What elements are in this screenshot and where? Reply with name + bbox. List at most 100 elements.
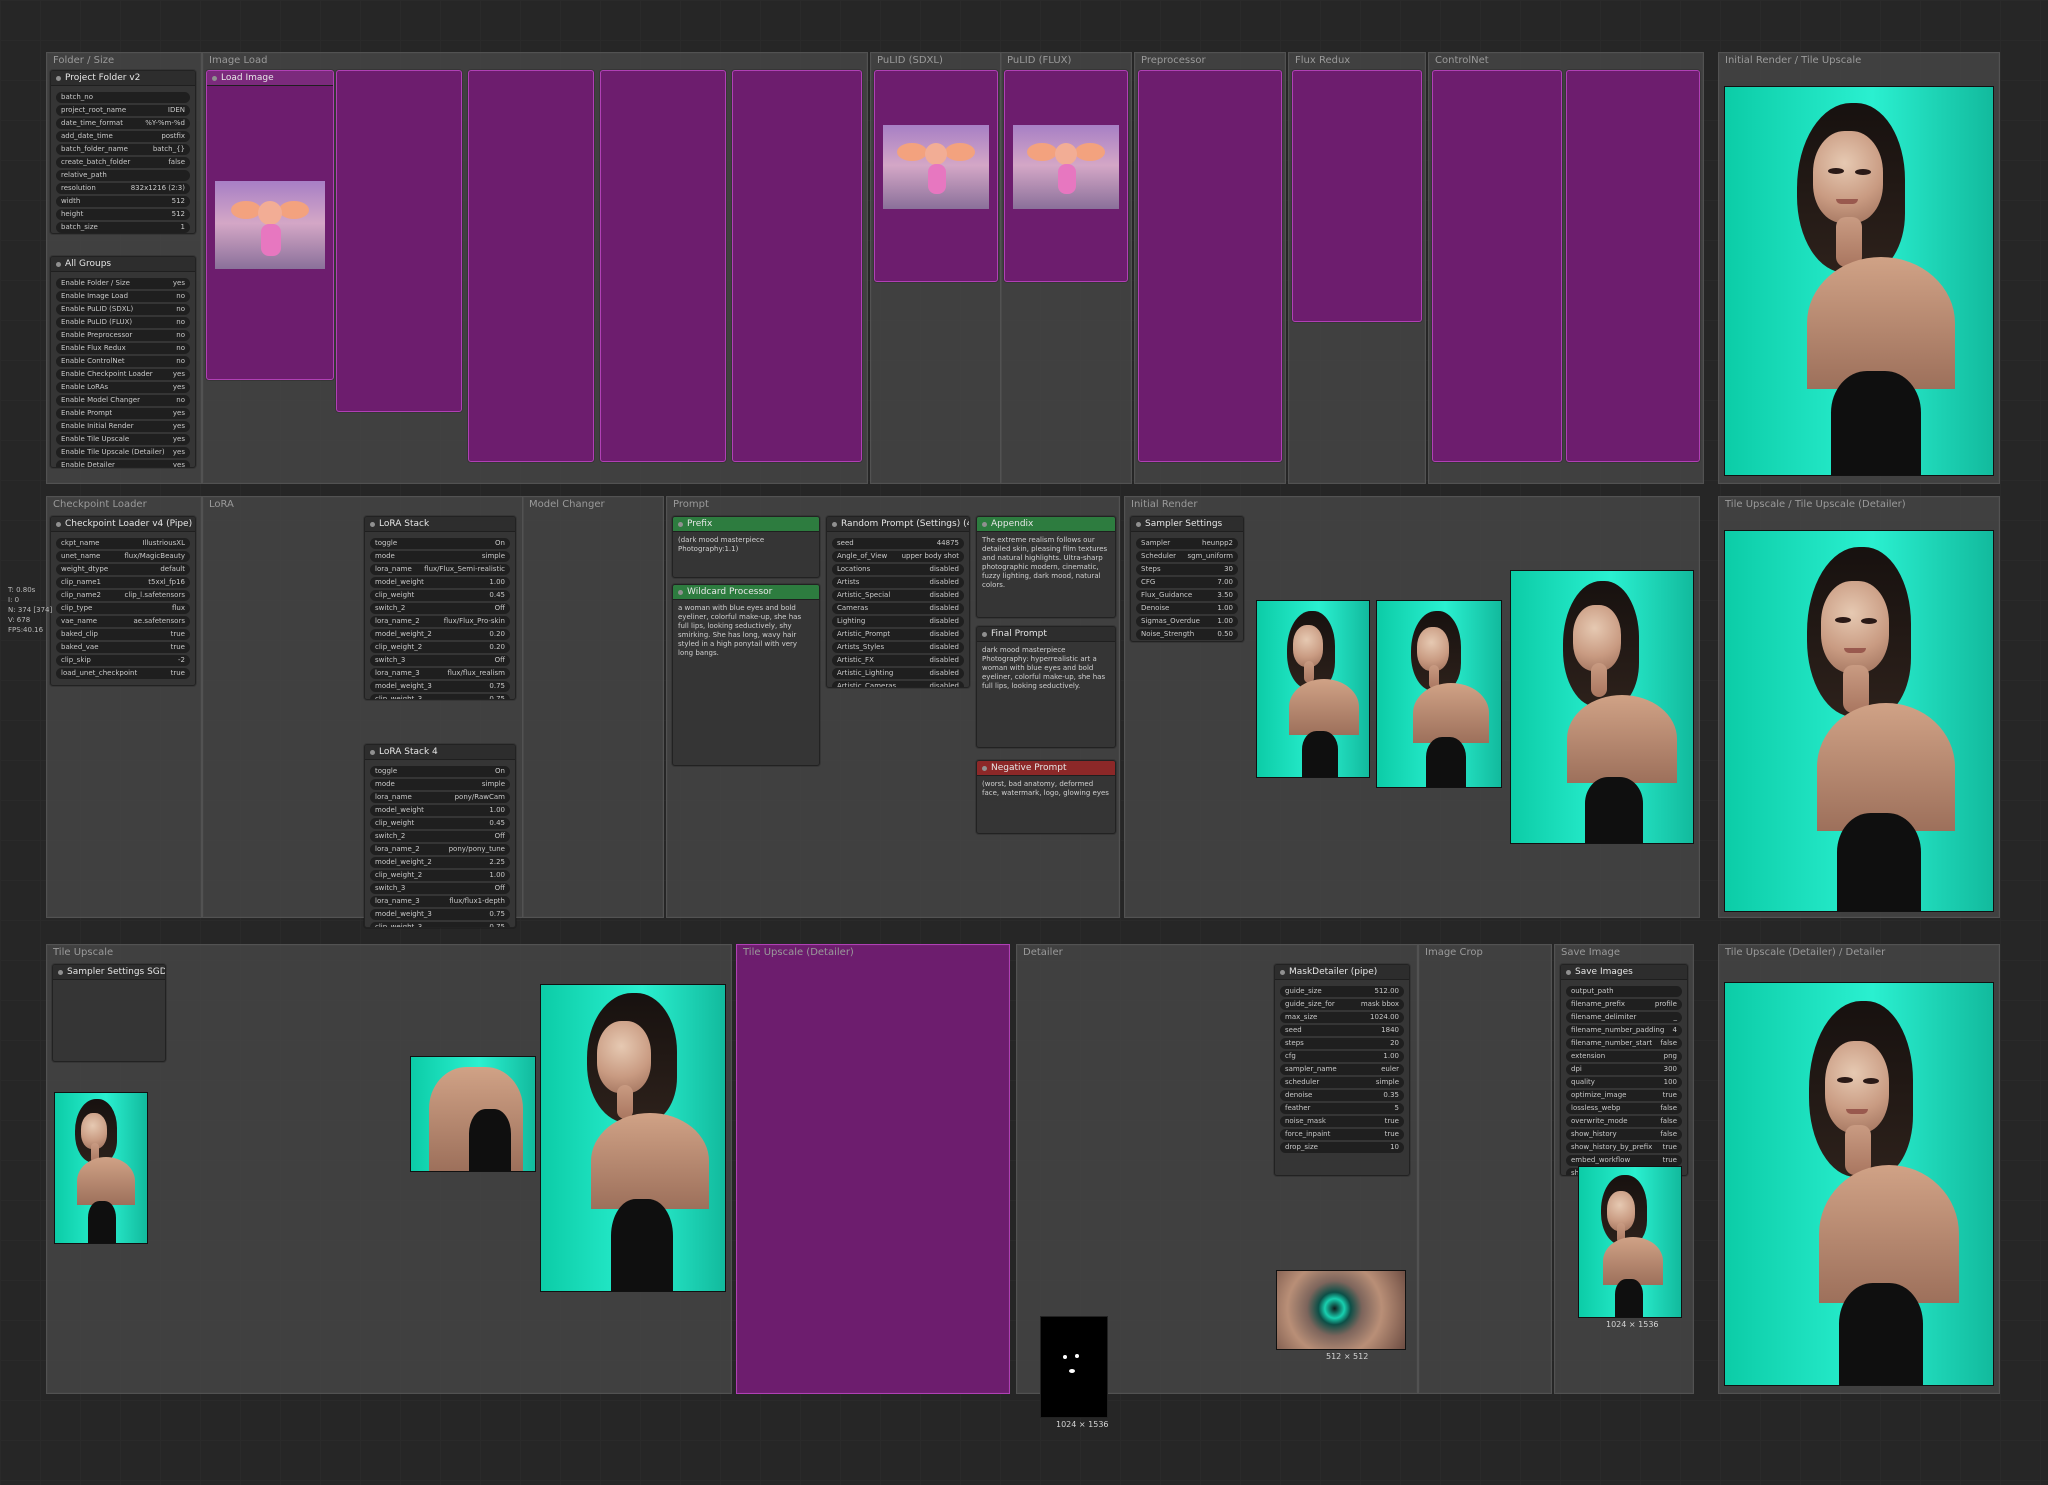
lora-stack-1-row[interactable]: clip_weight 0.45 bbox=[370, 590, 510, 601]
all-groups-row[interactable]: Enable Image Load no bbox=[56, 291, 190, 302]
random-prompt-row[interactable]: Artists disabled bbox=[832, 577, 964, 588]
controlnet-node-2[interactable] bbox=[1566, 70, 1700, 462]
all-groups-row[interactable]: Enable Tile Upscale (Detailer) yes bbox=[56, 447, 190, 458]
all-groups-row[interactable]: Enable Prompt yes bbox=[56, 408, 190, 419]
lora-stack-2-row[interactable]: clip_weight 0.45 bbox=[370, 818, 510, 829]
save-image-row[interactable]: filename_number_padding 4 bbox=[1566, 1025, 1682, 1036]
lora-stack-node-1[interactable]: LoRA Stack toggle On mode simple lora_name fl… bbox=[364, 516, 516, 700]
checkpoint-loader-row[interactable]: baked_vae true bbox=[56, 642, 190, 653]
sampler-settings-row[interactable]: Scheduler sgm_uniform bbox=[1136, 551, 1238, 562]
lora-stack-2-row[interactable]: lora_name pony/RawCam bbox=[370, 792, 510, 803]
lora-stack-1-row[interactable]: model_weight_2 0.20 bbox=[370, 629, 510, 640]
image-load-node-5[interactable] bbox=[732, 70, 862, 462]
project-folder-node[interactable]: Project Folder v2 batch_no project_root_n… bbox=[50, 70, 196, 234]
detailer-row[interactable]: guide_size_for mask bbox bbox=[1280, 999, 1404, 1010]
all-groups-row[interactable]: Enable PuLID (SDXL) no bbox=[56, 304, 190, 315]
save-image-row[interactable]: quality 100 bbox=[1566, 1077, 1682, 1088]
random-prompt-row[interactable]: Artistic_Special disabled bbox=[832, 590, 964, 601]
save-image-row[interactable]: optimize_image true bbox=[1566, 1090, 1682, 1101]
save-image-row[interactable]: dpi 300 bbox=[1566, 1064, 1682, 1075]
preprocessor-node[interactable] bbox=[1138, 70, 1282, 462]
lora-stack-2-row[interactable]: model_weight_2 2.25 bbox=[370, 857, 510, 868]
project-folder-row[interactable]: add_date_time postfix bbox=[56, 131, 190, 142]
project-folder-row[interactable]: batch_size 1 bbox=[56, 222, 190, 233]
checkpoint-loader-row[interactable]: load_unet_checkpoint true bbox=[56, 668, 190, 679]
controlnet-node-1[interactable] bbox=[1432, 70, 1562, 462]
checkpoint-loader-row[interactable]: vae_name ae.safetensors bbox=[56, 616, 190, 627]
detailer-row[interactable]: guide_size 512.00 bbox=[1280, 986, 1404, 997]
lora-stack-1-row[interactable]: lora_name_3 flux/flux_realism bbox=[370, 668, 510, 679]
sampler-settings-row[interactable]: Denoise 1.00 bbox=[1136, 603, 1238, 614]
image-load-node-2[interactable] bbox=[336, 70, 462, 412]
lora-stack-1-row[interactable]: toggle On bbox=[370, 538, 510, 549]
detailer-row[interactable]: seed 1840 bbox=[1280, 1025, 1404, 1036]
project-folder-row[interactable]: date_time_format %Y-%m-%d bbox=[56, 118, 190, 129]
sampler-settings-row[interactable]: Sampler heunpp2 bbox=[1136, 538, 1238, 549]
negative-prompt-node[interactable]: Negative Prompt (worst, bad anatomy, def… bbox=[976, 760, 1116, 834]
sampler-settings-row[interactable]: Steps 30 bbox=[1136, 564, 1238, 575]
detailer-row[interactable]: force_inpaint true bbox=[1280, 1129, 1404, 1140]
random-prompt-row[interactable]: Artistic_FX disabled bbox=[832, 655, 964, 666]
sampler-settings-row[interactable]: Flux_Guidance 3.50 bbox=[1136, 590, 1238, 601]
lora-stack-2-row[interactable]: mode simple bbox=[370, 779, 510, 790]
all-groups-row[interactable]: Enable Folder / Size yes bbox=[56, 278, 190, 289]
all-groups-row[interactable]: Enable Detailer yes bbox=[56, 460, 190, 467]
detailer-row[interactable]: steps 20 bbox=[1280, 1038, 1404, 1049]
random-prompt-node[interactable]: Random Prompt (Settings) (4) seed 44875 An… bbox=[826, 516, 970, 688]
lora-stack-2-row[interactable]: clip_weight_3 0.75 bbox=[370, 922, 510, 927]
lora-stack-1-row[interactable]: switch_2 Off bbox=[370, 603, 510, 614]
image-load-node-3[interactable] bbox=[468, 70, 594, 462]
detailer-row[interactable]: max_size 1024.00 bbox=[1280, 1012, 1404, 1023]
wildcard-processor-node[interactable]: Wildcard Processor a woman with blue eye… bbox=[672, 584, 820, 766]
lora-stack-1-row[interactable]: lora_name_2 flux/Flux_Pro-skin bbox=[370, 616, 510, 627]
checkpoint-loader-row[interactable]: clip_skip -2 bbox=[56, 655, 190, 666]
save-image-row[interactable]: output_path bbox=[1566, 986, 1682, 997]
pulid-sdxl-node[interactable] bbox=[874, 70, 998, 282]
detailer-row[interactable]: cfg 1.00 bbox=[1280, 1051, 1404, 1062]
checkpoint-loader-row[interactable]: baked_clip true bbox=[56, 629, 190, 640]
detailer-node[interactable]: MaskDetailer (pipe) guide_size 512.00 guid… bbox=[1274, 964, 1410, 1176]
save-image-row[interactable]: show_history_by_prefix true bbox=[1566, 1142, 1682, 1153]
all-groups-row[interactable]: Enable Tile Upscale yes bbox=[56, 434, 190, 445]
random-prompt-row[interactable]: Cameras disabled bbox=[832, 603, 964, 614]
random-prompt-row[interactable]: Artists_Styles disabled bbox=[832, 642, 964, 653]
random-prompt-row[interactable]: Artistic_Prompt disabled bbox=[832, 629, 964, 640]
lora-stack-node-2[interactable]: LoRA Stack 4 toggle On mode simple lora_name… bbox=[364, 744, 516, 928]
save-image-row[interactable]: extension png bbox=[1566, 1051, 1682, 1062]
flux-redux-node[interactable] bbox=[1292, 70, 1422, 322]
detailer-row[interactable]: sampler_name euler bbox=[1280, 1064, 1404, 1075]
checkpoint-loader-row[interactable]: clip_type flux bbox=[56, 603, 190, 614]
all-groups-row[interactable]: Enable ControlNet no bbox=[56, 356, 190, 367]
lora-stack-2-row[interactable]: switch_3 Off bbox=[370, 883, 510, 894]
random-prompt-row[interactable]: seed 44875 bbox=[832, 538, 964, 549]
project-folder-row[interactable]: batch_no bbox=[56, 92, 190, 103]
detailer-row[interactable]: denoise 0.35 bbox=[1280, 1090, 1404, 1101]
lora-stack-1-row[interactable]: clip_weight_3 0.75 bbox=[370, 694, 510, 699]
lora-stack-1-row[interactable]: mode simple bbox=[370, 551, 510, 562]
checkpoint-loader-row[interactable]: clip_name2 clip_l.safetensors bbox=[56, 590, 190, 601]
project-folder-row[interactable]: resolution 832x1216 (2:3) bbox=[56, 183, 190, 194]
all-groups-row[interactable]: Enable Checkpoint Loader yes bbox=[56, 369, 190, 380]
lora-stack-2-row[interactable]: switch_2 Off bbox=[370, 831, 510, 842]
lora-stack-2-row[interactable]: model_weight 1.00 bbox=[370, 805, 510, 816]
lora-stack-1-row[interactable]: clip_weight_2 0.20 bbox=[370, 642, 510, 653]
sampler-settings-row[interactable]: Noise_Strength 0.50 bbox=[1136, 629, 1238, 640]
project-folder-row[interactable]: create_batch_folder false bbox=[56, 157, 190, 168]
checkpoint-loader-row[interactable]: unet_name flux/MagicBeauty bbox=[56, 551, 190, 562]
sampler-settings-bottom-node[interactable]: Sampler Settings SGD (Flux) bbox=[52, 964, 166, 1062]
lora-stack-1-row[interactable]: model_weight_3 0.75 bbox=[370, 681, 510, 692]
checkpoint-loader-row[interactable]: ckpt_name IllustriousXL bbox=[56, 538, 190, 549]
random-prompt-row[interactable]: Artistic_Cameras disabled bbox=[832, 681, 964, 687]
lora-stack-1-row[interactable]: lora_name flux/Flux_Semi-realistic bbox=[370, 564, 510, 575]
save-image-row[interactable]: overwrite_mode false bbox=[1566, 1116, 1682, 1127]
all-groups-row[interactable]: Enable Initial Render yes bbox=[56, 421, 190, 432]
project-folder-row[interactable]: relative_path bbox=[56, 170, 190, 181]
detailer-row[interactable]: drop_size 10 bbox=[1280, 1142, 1404, 1153]
appendix-node[interactable]: Appendix The extreme realism follows our… bbox=[976, 516, 1116, 618]
lora-stack-1-row[interactable]: switch_3 Off bbox=[370, 655, 510, 666]
pulid-flux-node[interactable] bbox=[1004, 70, 1128, 282]
checkpoint-loader-row[interactable]: weight_dtype default bbox=[56, 564, 190, 575]
prefix-node[interactable]: Prefix (dark mood masterpiece Photograph… bbox=[672, 516, 820, 578]
save-image-row[interactable]: embed_workflow true bbox=[1566, 1155, 1682, 1166]
random-prompt-row[interactable]: Lighting disabled bbox=[832, 616, 964, 627]
